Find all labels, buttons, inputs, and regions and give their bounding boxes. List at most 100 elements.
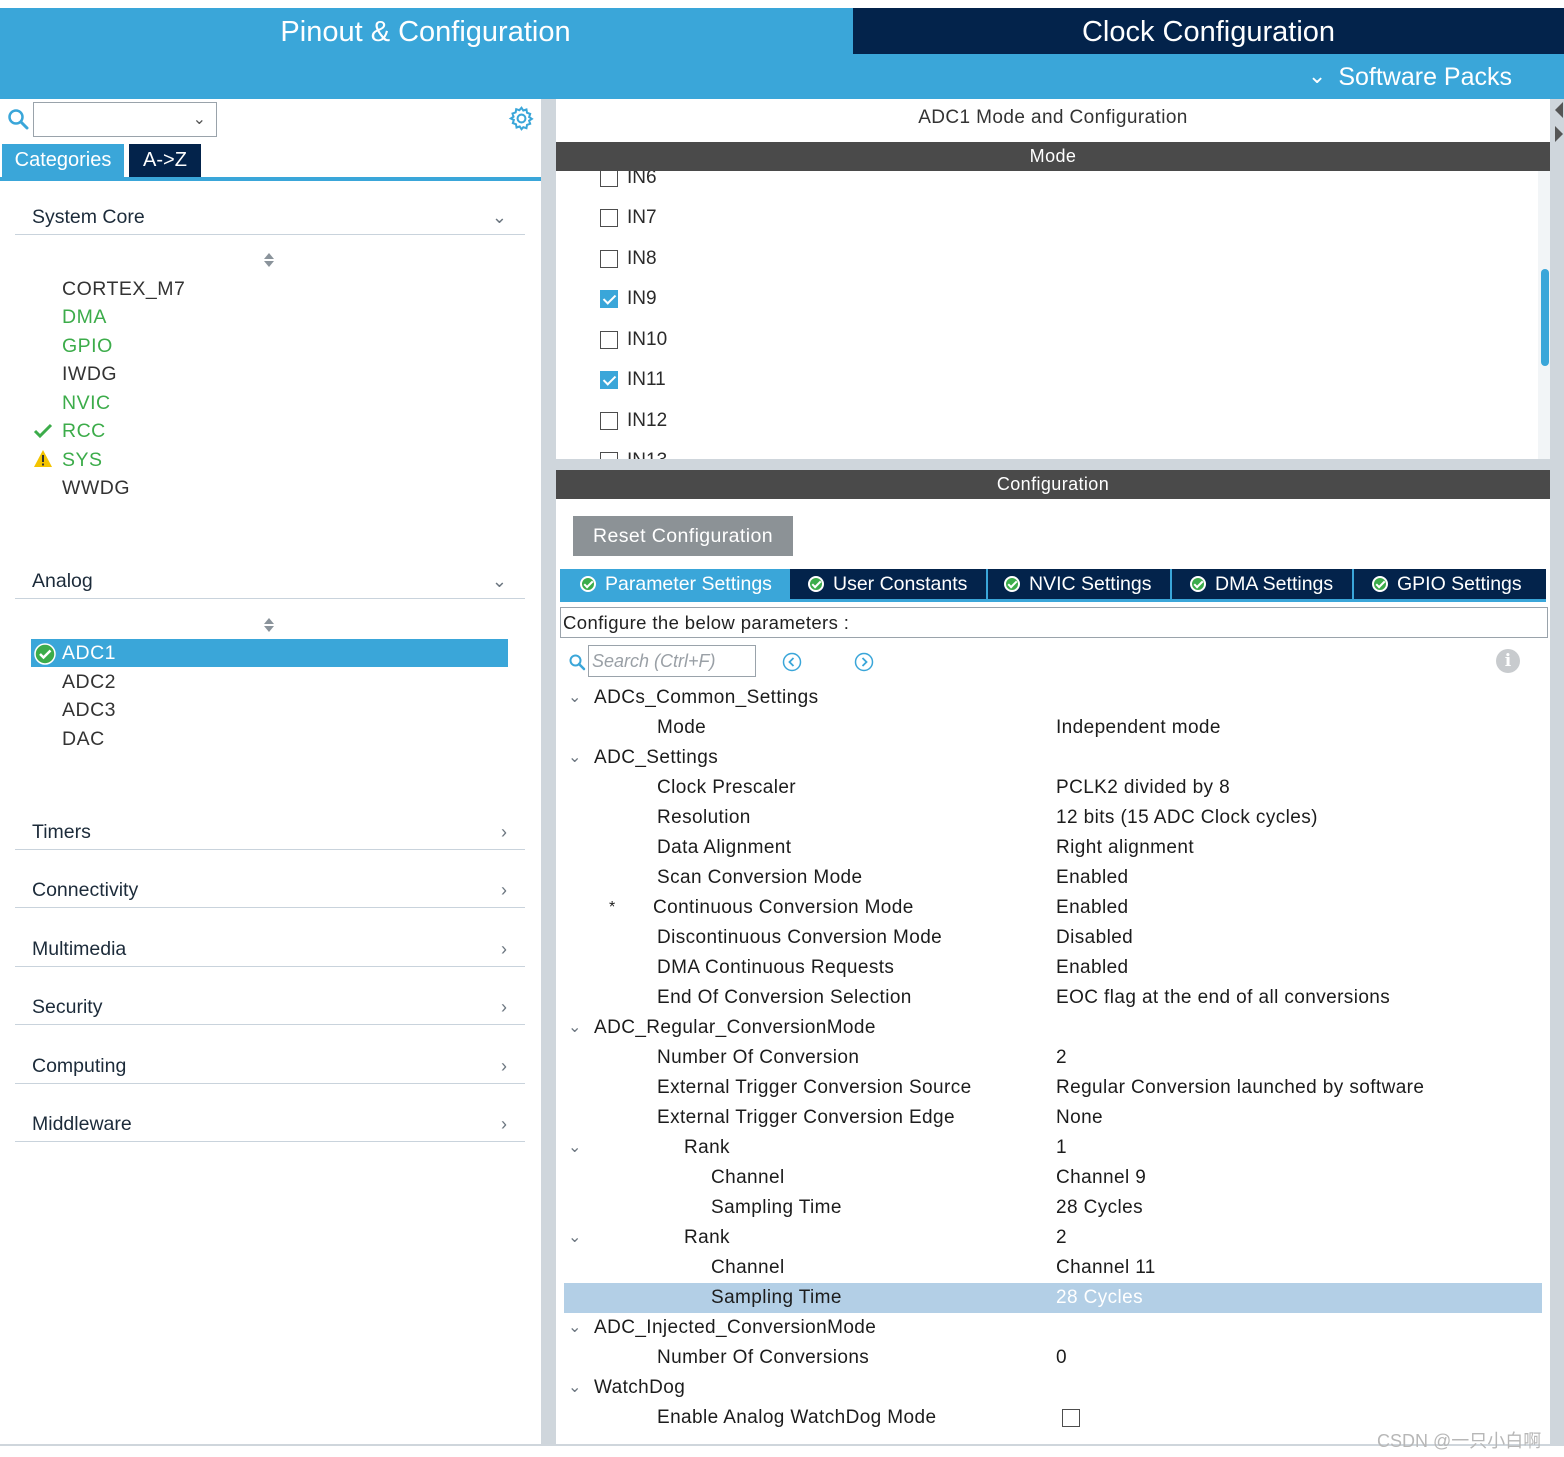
- sort-icon[interactable]: [262, 617, 276, 633]
- parameter-search-input[interactable]: Search (Ctrl+F): [588, 645, 756, 677]
- category-analog[interactable]: Analog ⌄: [15, 563, 525, 599]
- tree-group-adc-regular-conversionmode[interactable]: ⌄ ADC_Regular_ConversionMode: [564, 1013, 1542, 1043]
- previous-match-icon[interactable]: [782, 652, 802, 672]
- chevron-down-icon[interactable]: ⌄: [568, 1133, 582, 1163]
- tree-group-adcs-common-settings[interactable]: ⌄ ADCs_Common_Settings: [564, 683, 1542, 713]
- tree-row[interactable]: External Trigger Conversion Source Regul…: [564, 1073, 1542, 1103]
- category-multimedia[interactable]: Multimedia ›: [15, 931, 525, 967]
- param-value[interactable]: Channel 9: [1056, 1163, 1146, 1193]
- mode-list-scrollbar[interactable]: [1538, 171, 1550, 459]
- tab-parameter-settings[interactable]: Parameter Settings: [560, 569, 790, 599]
- chevron-down-icon[interactable]: ⌄: [193, 109, 206, 129]
- enable-watchdog-checkbox[interactable]: [1062, 1409, 1080, 1427]
- checkbox[interactable]: [600, 171, 618, 187]
- checkbox[interactable]: [600, 412, 618, 430]
- search-icon[interactable]: [6, 107, 30, 131]
- checkbox[interactable]: [600, 331, 618, 349]
- category-timers[interactable]: Timers ›: [15, 814, 525, 850]
- param-value[interactable]: 2: [1056, 1043, 1067, 1073]
- tree-row[interactable]: Channel Channel 9: [564, 1163, 1542, 1193]
- tab-pinout-configuration[interactable]: Pinout & Configuration: [0, 8, 851, 54]
- gear-icon[interactable]: [508, 105, 535, 132]
- chevron-down-icon[interactable]: ⌄: [568, 683, 582, 713]
- chevron-down-icon[interactable]: ⌄: [568, 1373, 582, 1403]
- category-connectivity[interactable]: Connectivity ›: [15, 872, 525, 908]
- tree-row[interactable]: Data Alignment Right alignment: [564, 833, 1542, 863]
- param-value[interactable]: 2: [1056, 1223, 1067, 1253]
- tree-row[interactable]: End Of Conversion Selection EOC flag at …: [564, 983, 1542, 1013]
- sidebar-item-wwdg[interactable]: WWDG: [62, 475, 130, 501]
- sidebar-item-adc1[interactable]: ADC1: [62, 640, 116, 666]
- sidebar-item-sys[interactable]: SYS: [62, 447, 103, 473]
- param-value[interactable]: None: [1056, 1103, 1103, 1133]
- info-icon[interactable]: i: [1496, 649, 1520, 673]
- checkbox[interactable]: [600, 209, 618, 227]
- reset-configuration-button[interactable]: Reset Configuration: [573, 516, 793, 556]
- checkbox[interactable]: [600, 452, 618, 459]
- param-value[interactable]: Regular Conversion launched by software: [1056, 1073, 1424, 1103]
- sidebar-item-rcc[interactable]: RCC: [62, 418, 106, 444]
- checkbox[interactable]: [600, 250, 618, 268]
- param-value[interactable]: Disabled: [1056, 923, 1133, 953]
- param-value[interactable]: PCLK2 divided by 8: [1056, 773, 1230, 803]
- sidebar-item-iwdg[interactable]: IWDG: [62, 361, 117, 387]
- tab-categories[interactable]: Categories: [2, 144, 124, 177]
- tab-user-constants[interactable]: User Constants: [808, 569, 986, 599]
- tab-a-to-z[interactable]: A->Z: [129, 144, 201, 177]
- tree-row[interactable]: Resolution 12 bits (15 ADC Clock cycles): [564, 803, 1542, 833]
- panel-splitter[interactable]: [541, 99, 556, 1444]
- tree-group-rank-2[interactable]: ⌄ Rank 2: [564, 1223, 1542, 1253]
- tree-group-watchdog[interactable]: ⌄ WatchDog: [564, 1373, 1542, 1403]
- param-value[interactable]: Enabled: [1056, 953, 1129, 983]
- tab-nvic-settings[interactable]: NVIC Settings: [1004, 569, 1170, 599]
- chevron-down-icon[interactable]: ⌄: [568, 743, 582, 773]
- param-value[interactable]: 0: [1056, 1343, 1067, 1373]
- tab-dma-settings[interactable]: DMA Settings: [1190, 569, 1352, 599]
- param-value[interactable]: Independent mode: [1056, 713, 1221, 743]
- tab-clock-configuration[interactable]: Clock Configuration: [853, 8, 1564, 54]
- chevron-down-icon[interactable]: ⌄: [568, 1313, 582, 1343]
- scrollbar-thumb[interactable]: [1541, 269, 1549, 366]
- param-value[interactable]: Right alignment: [1056, 833, 1194, 863]
- category-middleware[interactable]: Middleware ›: [15, 1106, 525, 1142]
- param-value[interactable]: 12 bits (15 ADC Clock cycles): [1056, 803, 1318, 833]
- sidebar-item-nvic[interactable]: NVIC: [62, 390, 111, 416]
- tree-row[interactable]: Clock Prescaler PCLK2 divided by 8: [564, 773, 1542, 803]
- sort-icon[interactable]: [262, 252, 276, 268]
- category-computing[interactable]: Computing ›: [15, 1048, 525, 1084]
- category-search-combobox[interactable]: ⌄: [33, 102, 217, 137]
- chevron-down-icon[interactable]: ⌄: [568, 1013, 582, 1043]
- tab-gpio-settings[interactable]: GPIO Settings: [1372, 569, 1542, 599]
- tree-group-adc-injected-conversionmode[interactable]: ⌄ ADC_Injected_ConversionMode: [564, 1313, 1542, 1343]
- search-icon[interactable]: [568, 653, 586, 671]
- param-value[interactable]: Channel 11: [1056, 1253, 1156, 1283]
- param-value[interactable]: Enabled: [1056, 863, 1129, 893]
- tree-row[interactable]: DMA Continuous Requests Enabled: [564, 953, 1542, 983]
- tree-row[interactable]: Number Of Conversion 2: [564, 1043, 1542, 1073]
- param-value[interactable]: 28 Cycles: [1056, 1283, 1144, 1313]
- software-packs-menu[interactable]: ⌄ Software Packs: [1308, 60, 1512, 95]
- sidebar-item-cortex-m7[interactable]: CORTEX_M7: [62, 276, 185, 302]
- side-collapse-arrows-icon[interactable]: [1553, 100, 1564, 150]
- tree-group-rank-1[interactable]: ⌄ Rank 1: [564, 1133, 1542, 1163]
- param-value[interactable]: EOC flag at the end of all conversions: [1056, 983, 1390, 1013]
- tree-row[interactable]: Sampling Time 28 Cycles: [564, 1193, 1542, 1223]
- tree-row[interactable]: External Trigger Conversion Edge None: [564, 1103, 1542, 1133]
- chevron-down-icon[interactable]: ⌄: [568, 1223, 582, 1253]
- checkbox-checked[interactable]: [600, 371, 618, 389]
- sidebar-item-adc2[interactable]: ADC2: [62, 669, 116, 695]
- tree-row[interactable]: Scan Conversion Mode Enabled: [564, 863, 1542, 893]
- sidebar-item-dac[interactable]: DAC: [62, 726, 105, 752]
- tree-group-adc-settings[interactable]: ⌄ ADC_Settings: [564, 743, 1542, 773]
- tree-row-selected[interactable]: Sampling Time 28 Cycles: [564, 1283, 1542, 1313]
- sidebar-item-dma[interactable]: DMA: [62, 304, 107, 330]
- category-system-core[interactable]: System Core ⌄: [15, 199, 525, 235]
- param-value[interactable]: Enabled: [1056, 893, 1129, 923]
- tree-row[interactable]: Number Of Conversions 0: [564, 1343, 1542, 1373]
- param-value[interactable]: 1: [1056, 1133, 1067, 1163]
- checkbox-checked[interactable]: [600, 290, 618, 308]
- tree-row[interactable]: * Continuous Conversion Mode Enabled: [564, 893, 1542, 923]
- category-security[interactable]: Security ›: [15, 989, 525, 1025]
- sidebar-item-adc3[interactable]: ADC3: [62, 697, 116, 723]
- sidebar-item-gpio[interactable]: GPIO: [62, 333, 113, 359]
